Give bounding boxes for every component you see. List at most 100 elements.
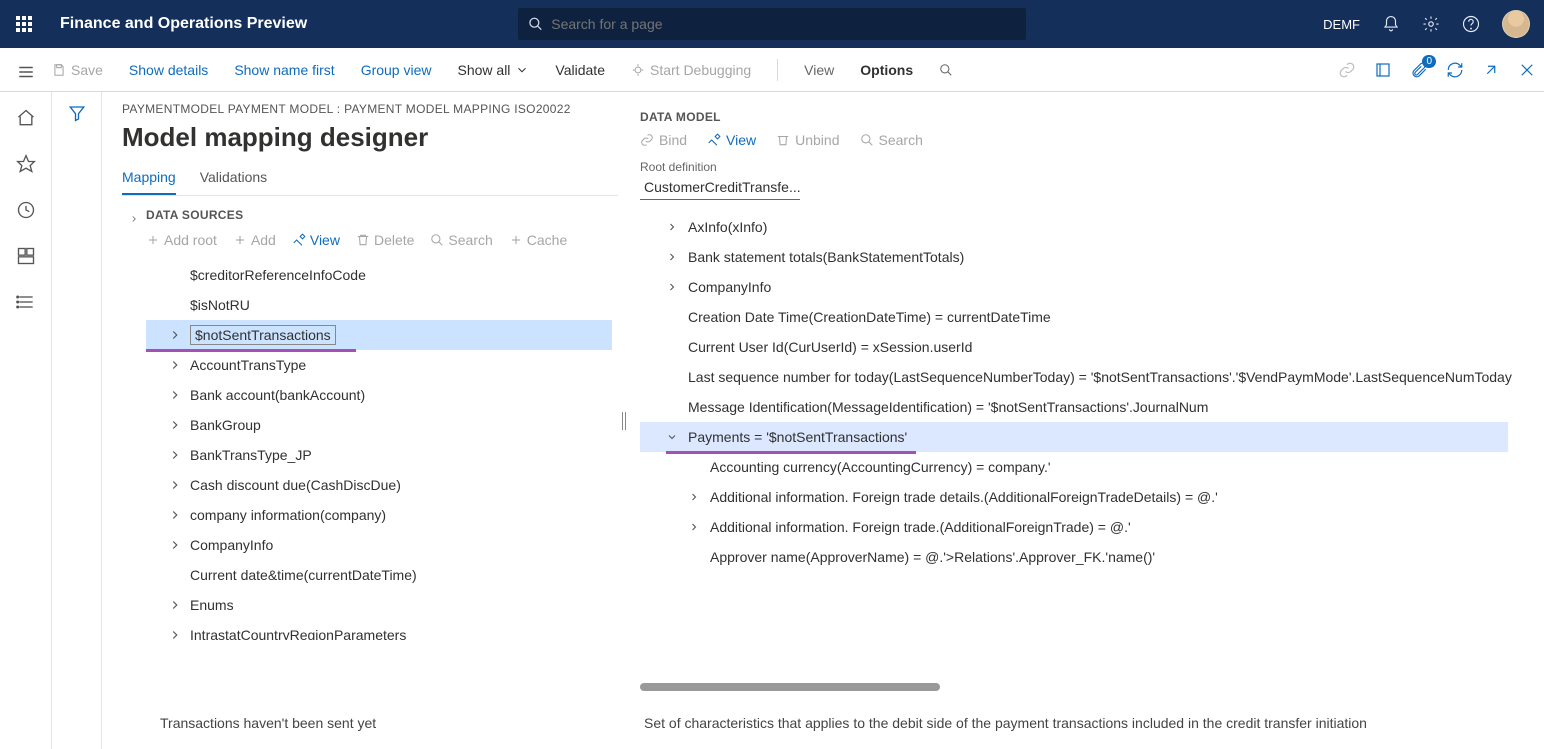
chevron-right-icon [666,281,678,293]
app-title: Finance and Operations Preview [60,15,307,33]
close-button[interactable] [1518,61,1536,79]
datasource-item[interactable]: $creditorReferenceInfoCode [146,260,612,290]
action-search-icon[interactable] [939,63,953,77]
options-button[interactable]: Options [860,62,913,78]
horizontal-scrollbar[interactable] [640,683,940,691]
datamodel-label: DATA MODEL [640,110,1524,124]
action-bar: Save Show details Show name first Group … [0,48,1544,92]
datamodel-item-label: Additional information. Foreign trade de… [710,489,1218,505]
datamodel-item[interactable]: AxInfo(xInfo) [640,212,1508,242]
chevron-down-icon [666,431,678,443]
datasource-item[interactable]: company information(company) [146,500,612,530]
datasource-item[interactable]: $notSentTransactions [146,320,612,350]
user-avatar[interactable] [1502,10,1530,38]
datasource-item[interactable]: Current date&time(currentDateTime) [146,560,612,590]
datasource-item-label: AccountTransType [190,357,306,373]
chevron-right-icon [168,478,182,492]
dm-view-button[interactable]: View [707,132,756,148]
help-icon[interactable] [1462,15,1480,33]
root-definition-value[interactable]: CustomerCreditTransfe... [640,176,800,200]
datasources-collapse[interactable] [122,208,146,715]
show-all-dropdown[interactable]: Show all [458,62,530,78]
datamodel-item[interactable]: Additional information. Foreign trade de… [640,482,1508,512]
datamodel-item[interactable]: Message Identification(MessageIdentifica… [640,392,1508,422]
chevron-right-icon [168,328,182,342]
attachments-button[interactable] [1410,61,1428,79]
bell-icon[interactable] [1382,15,1400,33]
datamodel-item[interactable]: Bank statement totals(BankStatementTotal… [640,242,1508,272]
show-name-first-button[interactable]: Show name first [234,62,334,78]
ds-view-button[interactable]: View [292,232,340,248]
datamodel-item[interactable]: Payments = '$notSentTransactions' [640,422,1508,452]
datasource-item-label: company information(company) [190,507,386,523]
company-code[interactable]: DEMF [1323,17,1360,32]
datasource-item[interactable]: IntrastatCountryRegionParameters [146,620,612,640]
datasource-item[interactable]: $isNotRU [146,290,612,320]
chevron-down-icon [515,63,529,77]
chevron-right-icon [688,521,700,533]
datasource-item[interactable]: CompanyInfo [146,530,612,560]
gear-icon[interactable] [1422,15,1440,33]
datasource-item[interactable]: Enums [146,590,612,620]
validate-button[interactable]: Validate [555,62,605,78]
tab-validations[interactable]: Validations [200,169,267,195]
left-nav-rail [0,92,52,749]
group-view-button[interactable]: Group view [361,62,432,78]
datasource-item[interactable]: BankTransType_JP [146,440,612,470]
dm-search-button: Search [860,132,923,148]
datamodel-item[interactable]: Last sequence number for today(LastSeque… [640,362,1508,392]
datamodel-item-label: Accounting currency(AccountingCurrency) … [710,459,1051,475]
app-launcher-icon[interactable] [8,8,40,40]
recent-icon[interactable] [16,200,36,220]
chevron-right-icon [666,251,678,263]
popout-icon[interactable] [1482,61,1500,79]
datamodel-item-label: Additional information. Foreign trade.(A… [710,519,1131,535]
start-debugging-button: Start Debugging [631,62,751,78]
datamodel-item-label: Current User Id(CurUserId) = xSession.us… [688,339,972,355]
datasources-label: DATA SOURCES [146,208,618,222]
filter-icon[interactable] [68,104,86,122]
search-input[interactable] [551,16,1016,32]
datamodel-item[interactable]: Approver name(ApproverName) = @.'>Relati… [640,542,1508,572]
datasource-item-label: Cash discount due(CashDiscDue) [190,477,401,493]
datamodel-item[interactable]: Current User Id(CurUserId) = xSession.us… [640,332,1508,362]
show-details-button[interactable]: Show details [129,62,208,78]
modules-icon[interactable] [16,292,36,312]
bind-button: Bind [640,132,687,148]
cache-button: Cache [509,232,567,248]
unbind-button: Unbind [776,132,839,148]
favorites-icon[interactable] [16,154,36,174]
refresh-icon[interactable] [1446,61,1464,79]
global-search[interactable] [518,8,1026,40]
page-tabs: Mapping Validations [122,169,618,196]
datasource-item-label: Current date&time(currentDateTime) [190,567,417,583]
pane-splitter[interactable] [618,92,630,749]
delete-button: Delete [356,232,414,248]
datasource-item[interactable]: Cash discount due(CashDiscDue) [146,470,612,500]
datasource-item[interactable]: AccountTransType [146,350,612,380]
datasource-item-label: Bank account(bankAccount) [190,387,365,403]
datasources-tree[interactable]: $creditorReferenceInfoCode$isNotRU$notSe… [146,260,618,640]
tab-mapping[interactable]: Mapping [122,169,176,195]
chevron-right-icon [168,628,182,640]
home-icon[interactable] [16,108,36,128]
workspaces-icon[interactable] [16,246,36,266]
office-icon[interactable] [1374,61,1392,79]
add-root-button: Add root [146,232,217,248]
datamodel-item[interactable]: Credit amount(CreditAmount) = @.AmountCu… [640,572,1508,582]
datamodel-item[interactable]: Additional information. Foreign trade.(A… [640,512,1508,542]
datamodel-item[interactable]: Creation Date Time(CreationDateTime) = c… [640,302,1508,332]
ds-search-button: Search [430,232,492,248]
datamodel-item[interactable]: Accounting currency(AccountingCurrency) … [640,452,1508,482]
datamodel-item[interactable]: CompanyInfo [640,272,1508,302]
datasource-item[interactable]: Bank account(bankAccount) [146,380,612,410]
chevron-right-icon [168,538,182,552]
datamodel-item-label: Message Identification(MessageIdentifica… [688,399,1208,415]
view-button[interactable]: View [804,62,834,78]
datasources-description: Transactions haven't been sent yet [122,715,618,749]
datasource-item-label: CompanyInfo [190,537,273,553]
datamodel-tree[interactable]: AxInfo(xInfo)Bank statement totals(BankS… [640,212,1524,582]
link-icon[interactable] [1338,61,1356,79]
datasource-item[interactable]: BankGroup [146,410,612,440]
breadcrumb: PAYMENTMODEL PAYMENT MODEL : PAYMENT MOD… [122,102,618,116]
